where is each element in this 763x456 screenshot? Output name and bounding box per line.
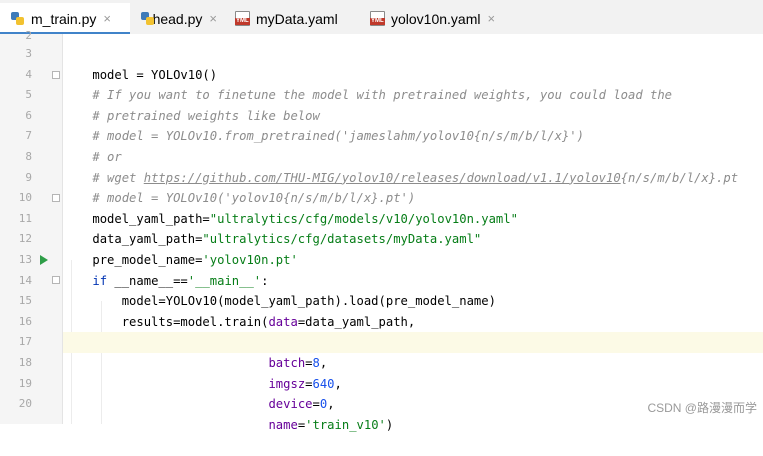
editor-tab-bar: m_train.py × head.py × YML myData.yaml Y… (0, 0, 763, 35)
tab-label: m_train.py (31, 10, 97, 27)
code-line-4: # If you want to finetune the model with… (92, 88, 673, 103)
code-line-16: epochs=500, (63, 312, 349, 349)
code-line-10: model_yaml_path="ultralytics/cfg/models/… (92, 211, 518, 226)
code-line-6: # model = YOLOv10.from_pretrained('james… (92, 129, 584, 144)
close-icon[interactable]: × (103, 11, 111, 26)
line-number: 18 (18, 356, 32, 369)
tab-head-py[interactable]: head.py × (130, 3, 225, 34)
line-number: 12 (18, 232, 32, 246)
line-number: 6 (25, 108, 32, 122)
code-line-14: model=YOLOv10(model_yaml_path).load(pre_… (92, 294, 496, 309)
yaml-file-icon: YML (370, 11, 385, 26)
code-line-13: if __name__=='__main__': (92, 273, 269, 288)
line-number: 17 (18, 335, 32, 349)
code-editor[interactable]: model = YOLOv10() # If you want to finet… (63, 34, 763, 432)
fold-marker-icon[interactable] (52, 276, 60, 284)
code-line-3: model = YOLOv10() (92, 67, 218, 82)
fold-marker-icon[interactable] (52, 71, 60, 79)
watermark: CSDN @路漫漫而学 (647, 401, 757, 415)
code-line-11: data_yaml_path="ultralytics/cfg/datasets… (92, 232, 482, 247)
fold-marker-icon[interactable] (52, 194, 60, 202)
line-number: 3 (25, 47, 32, 60)
code-line-9: # model = YOLOv10('yolov10{n/s/m/b/l/x}.… (92, 191, 416, 206)
line-number: 8 (25, 150, 32, 163)
code-line-7: # or (92, 149, 122, 164)
line-number: 4 (25, 67, 32, 81)
run-icon[interactable] (40, 255, 48, 265)
line-number: 14 (18, 273, 32, 287)
code-line-20: name='train_v10') (268, 417, 394, 432)
tab-mydata-yaml[interactable]: YML myData.yaml (225, 3, 360, 34)
line-number: 16 (18, 314, 32, 328)
tab-yolov10n-yaml[interactable]: YML yolov10n.yaml × (360, 3, 505, 34)
tab-label: head.py (152, 10, 203, 27)
code-line-5: # pretrained weights like below (92, 108, 320, 123)
line-number: 13 (18, 253, 32, 266)
line-number: 15 (18, 294, 32, 308)
code-line-18: imgsz=640, (268, 376, 342, 391)
code-line-17: batch=8, (63, 332, 763, 370)
line-number-gutter: 2 3 4 5 6 7 8 9 10 11 12 13 14 15 16 17 … (0, 29, 63, 424)
line-number: 19 (18, 376, 32, 390)
tab-label: yolov10n.yaml (391, 10, 481, 27)
yaml-file-icon: YML (235, 11, 250, 26)
python-file-icon (10, 11, 25, 26)
code-line-19: device=0, (268, 397, 335, 412)
line-number: 7 (25, 129, 32, 143)
code-line-15: results=model.train(data=data_yaml_path, (92, 314, 416, 329)
code-line-8: # wget https://github.com/THU-MIG/yolov1… (92, 170, 739, 185)
close-icon[interactable]: × (209, 11, 217, 26)
close-icon[interactable]: × (488, 11, 496, 26)
tab-label: myData.yaml (256, 10, 338, 27)
line-number: 10 (18, 191, 32, 205)
line-number: 11 (18, 211, 32, 225)
code-line-12: pre_model_name='yolov10n.pt' (92, 252, 298, 267)
line-number: 20 (18, 397, 32, 411)
line-number: 9 (25, 170, 32, 184)
line-number: 5 (25, 88, 32, 102)
python-file-icon (140, 11, 154, 26)
